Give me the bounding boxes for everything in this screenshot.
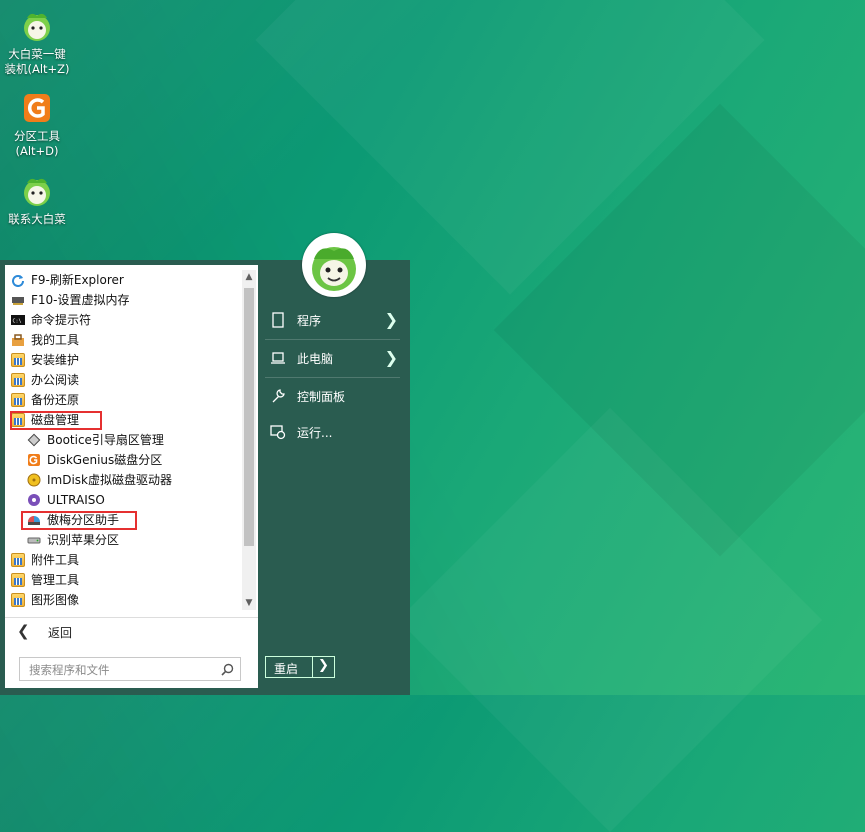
program-label: ULTRAISO [47,493,105,507]
program-item[interactable]: F10-设置虚拟内存 [5,290,241,310]
menu-item-label: 此电脑 [297,352,334,366]
menu-item-this-pc[interactable]: 此电脑 ❯ [265,339,402,377]
program-label: 命令提示符 [31,313,92,327]
scroll-down-icon[interactable]: ▼ [242,596,256,610]
program-item[interactable]: C:\ 命令提示符 [5,310,241,330]
program-folder[interactable]: 安装维护 [5,350,241,370]
program-item[interactable]: ImDisk虚拟磁盘驱动器 [5,470,241,490]
desktop-icon-contact[interactable]: 联系大白菜 [0,173,74,227]
program-folder[interactable]: 办公阅读 [5,370,241,390]
user-avatar[interactable] [302,233,366,297]
program-label: 安装维护 [31,353,80,367]
chevron-left-icon: ❮ [17,622,30,640]
program-list: F9-刷新Explorer F10-设置虚拟内存 C:\ 命令提示符 我的工具 … [5,265,241,610]
program-label: Bootice引导扇区管理 [47,433,164,447]
program-label: 备份还原 [31,393,80,407]
cmd-icon: C:\ [11,315,25,325]
folder-icon [11,553,25,567]
highlight-box-aomei [21,511,137,530]
run-icon [270,425,286,440]
program-item[interactable]: 识别苹果分区 [5,530,241,550]
scroll-up-icon[interactable]: ▲ [242,270,256,284]
refresh-icon [12,275,24,287]
back-button[interactable]: ❮ 返回 [5,617,258,646]
wrench-icon [272,389,285,403]
desktop-icon-label: 大白菜一键 [8,47,66,61]
desktop-icon-partition-tool[interactable]: 分区工具 (Alt+D) [0,90,74,159]
desktop-icon-label: 分区工具 [14,129,60,143]
program-item[interactable]: F9-刷新Explorer [5,270,241,290]
search-icon [221,663,234,676]
folder-icon [11,593,25,607]
program-label: 办公阅读 [31,373,80,387]
cabbage-mascot-icon [24,13,50,41]
program-folder[interactable]: 管理工具 [5,570,241,590]
menu-item-run[interactable]: 运行... [265,413,402,451]
program-label: 图形图像 [31,593,80,607]
bootice-icon [27,433,41,447]
program-label: F10-设置虚拟内存 [31,293,130,307]
desktop-icon-label: (Alt+D) [15,144,59,158]
desktop-icon-label: 装机(Alt+Z) [4,62,70,76]
diskgenius-icon [28,454,40,466]
program-label: ImDisk虚拟磁盘驱动器 [47,473,173,487]
program-item[interactable]: DiskGenius磁盘分区 [5,450,241,470]
program-item[interactable]: Bootice引导扇区管理 [5,430,241,450]
cabbage-mascot-icon [305,236,363,294]
cabbage-mascot-icon [24,178,50,206]
desktop-icon-label: 联系大白菜 [8,212,66,226]
folder-icon [11,573,25,587]
scrollbar-thumb[interactable] [244,288,254,546]
memory-icon [12,297,24,305]
program-label: F9-刷新Explorer [31,273,124,287]
menu-item-label: 运行... [297,426,333,440]
document-icon [272,312,284,328]
program-item[interactable]: 我的工具 [5,330,241,350]
program-list-scrollbar[interactable]: ▲ ▼ [242,270,256,610]
ultraiso-icon [28,494,40,506]
chevron-right-icon[interactable]: ❯ [318,658,329,673]
program-label: DiskGenius磁盘分区 [47,453,163,467]
folder-icon [11,353,25,367]
folder-icon [11,393,25,407]
program-label: 我的工具 [31,333,80,347]
program-item[interactable]: ULTRAISO [5,490,241,510]
chevron-right-icon: ❯ [384,310,398,329]
imdisk-icon [27,473,41,487]
diskgenius-icon [24,94,50,122]
svg-text:C:\: C:\ [13,319,22,325]
restart-button[interactable]: 重启 ❯ [265,656,335,678]
divider [312,657,313,677]
mac-drive-icon [27,537,41,544]
program-label: 附件工具 [31,553,80,567]
laptop-icon [271,352,285,364]
program-label: 识别苹果分区 [47,533,120,547]
folder-icon [11,373,25,387]
program-folder[interactable]: 备份还原 [5,390,241,410]
menu-item-label: 控制面板 [297,390,346,404]
menu-item-programs[interactable]: 程序 ❯ [265,301,402,339]
program-label: 管理工具 [31,573,80,587]
chevron-right-icon: ❯ [384,348,398,367]
program-pane: F9-刷新Explorer F10-设置虚拟内存 C:\ 命令提示符 我的工具 … [5,265,258,688]
toolbox-icon [12,334,24,346]
restart-label: 重启 [274,662,299,676]
highlight-box-disk-management [10,411,102,430]
program-folder[interactable]: 附件工具 [5,550,241,570]
program-folder[interactable]: 图形图像 [5,590,241,610]
back-label: 返回 [48,626,73,640]
menu-item-control-panel[interactable]: 控制面板 [265,377,402,415]
desktop-icon-install[interactable]: 大白菜一键 装机(Alt+Z) [0,8,74,77]
search-input[interactable]: 搜索程序和文件 [19,657,241,681]
search-placeholder: 搜索程序和文件 [29,663,110,677]
menu-item-label: 程序 [297,314,322,328]
